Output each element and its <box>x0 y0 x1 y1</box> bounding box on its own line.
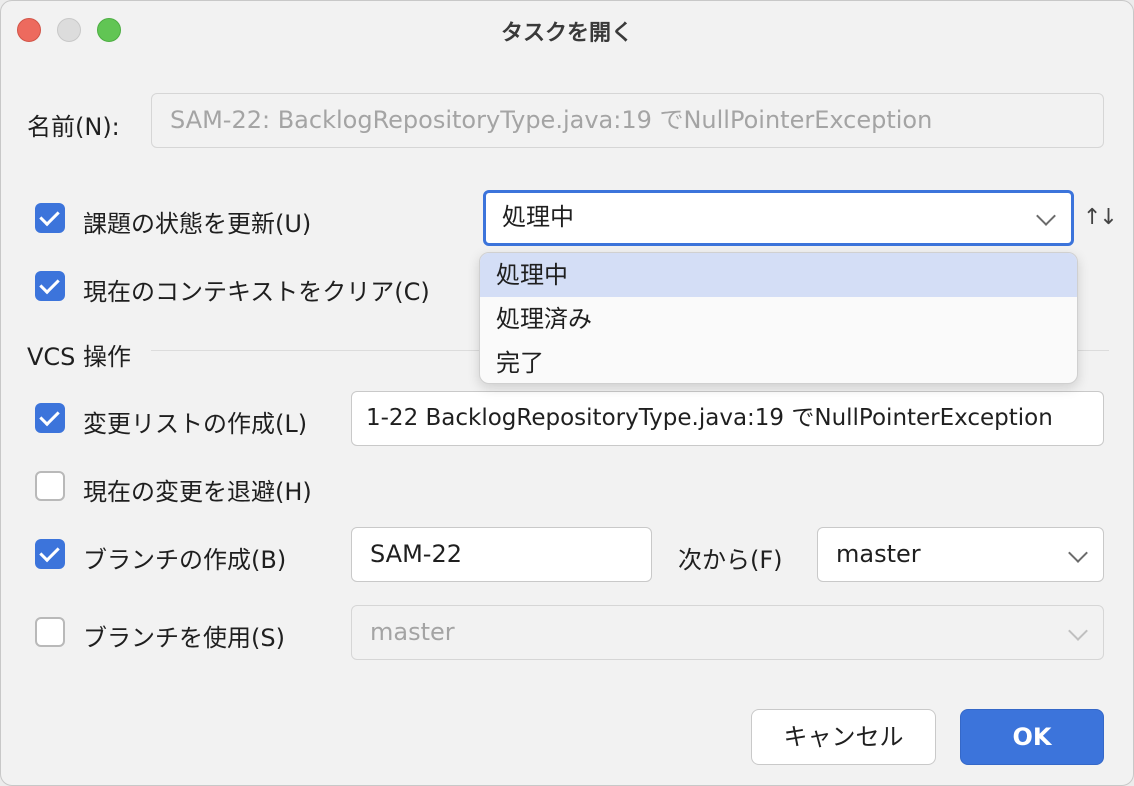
shelve-changes-label: 現在の変更を退避(H) <box>83 478 312 506</box>
create-branch-label: ブランチの作成(B) <box>83 546 287 574</box>
chevron-down-icon <box>1068 620 1088 641</box>
changelist-input[interactable]: 1-22 BacklogRepositoryType.java:19 でNull… <box>351 391 1104 446</box>
shelve-changes-checkbox[interactable] <box>35 471 65 501</box>
from-label: 次から(F) <box>678 546 783 574</box>
update-state-checkbox[interactable] <box>35 203 65 233</box>
chevron-down-icon <box>1068 542 1088 563</box>
clear-context-checkbox[interactable] <box>35 271 65 301</box>
create-branch-checkbox[interactable] <box>35 539 65 569</box>
name-label: 名前(N): <box>27 113 120 141</box>
clear-context-label: 現在のコンテキストをクリア(C) <box>83 278 430 306</box>
use-branch-value: master <box>370 618 455 646</box>
sort-arrows-icon[interactable]: ↑↓ <box>1083 205 1118 230</box>
use-branch-checkbox[interactable] <box>35 617 65 647</box>
window-title: タスクを開く <box>500 21 633 46</box>
name-input[interactable]: SAM-22: BacklogRepositoryType.java:19 でN… <box>151 93 1104 148</box>
vcs-section-title: VCS 操作 <box>27 343 132 371</box>
changelist-checkbox[interactable] <box>35 403 65 433</box>
from-branch-value: master <box>836 540 921 568</box>
use-branch-select[interactable]: master <box>351 605 1104 660</box>
branch-name-input[interactable]: SAM-22 <box>351 527 652 582</box>
from-branch-select[interactable]: master <box>817 527 1104 582</box>
state-select-value: 処理中 <box>502 203 574 231</box>
ok-button[interactable]: OK <box>960 709 1104 765</box>
update-state-label: 課題の状態を更新(U) <box>83 210 312 238</box>
cancel-button[interactable]: キャンセル <box>751 709 936 765</box>
use-branch-label: ブランチを使用(S) <box>83 624 285 652</box>
dropdown-option[interactable]: 処理済み <box>480 297 1077 341</box>
state-select[interactable]: 処理中 <box>483 190 1074 246</box>
dialog-window: タスクを開く 名前(N): SAM-22: BacklogRepositoryT… <box>0 0 1134 786</box>
dropdown-option[interactable]: 完了 <box>480 341 1077 383</box>
state-dropdown-popup: 処理中 処理済み 完了 <box>479 252 1078 384</box>
dropdown-option[interactable]: 処理中 <box>480 253 1077 297</box>
changelist-label: 変更リストの作成(L) <box>83 410 308 438</box>
chevron-down-icon <box>1036 206 1056 226</box>
title-bar: タスクを開く <box>1 1 1133 57</box>
